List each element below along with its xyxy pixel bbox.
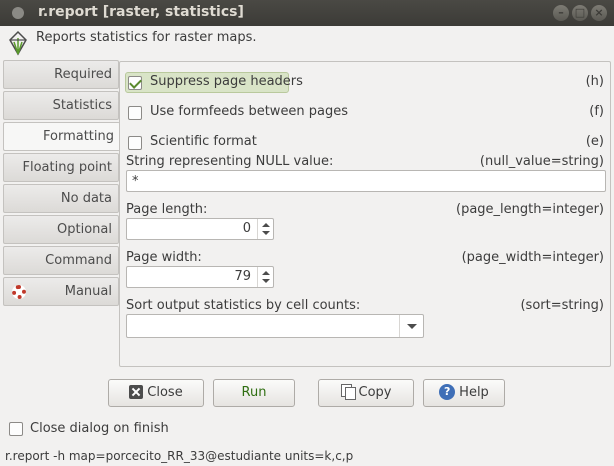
module-description: Reports statistics for raster maps. bbox=[36, 30, 257, 45]
tab-label: Statistics bbox=[52, 98, 112, 113]
close-on-finish-checkbox[interactable] bbox=[9, 422, 23, 436]
run-button[interactable]: Run bbox=[213, 379, 295, 407]
run-button-label: Run bbox=[241, 385, 267, 400]
help-button[interactable]: ? Help bbox=[423, 379, 505, 407]
increment-arrow-icon[interactable] bbox=[262, 271, 270, 275]
tab-label: Required bbox=[54, 67, 112, 82]
app-icon bbox=[12, 7, 24, 19]
page-length-stepper[interactable] bbox=[257, 219, 273, 239]
formfeeds-checkbox[interactable] bbox=[128, 106, 142, 120]
minimize-icon[interactable]: – bbox=[553, 5, 569, 21]
tab-label: Formatting bbox=[42, 129, 114, 144]
tab-statistics[interactable]: Statistics bbox=[3, 91, 119, 120]
page-width-spinbox[interactable]: 79 bbox=[126, 266, 274, 288]
tab-label: Manual bbox=[64, 284, 112, 299]
tab-required[interactable]: Required bbox=[3, 60, 119, 89]
page-length-label: Page length: bbox=[126, 202, 208, 217]
grass-logo-icon bbox=[9, 30, 27, 56]
tab-no-data[interactable]: No data bbox=[3, 184, 119, 213]
page-length-type: (page_length=integer) bbox=[456, 202, 604, 217]
sort-label: Sort output statistics by cell counts: bbox=[126, 298, 361, 313]
close-button[interactable]: Close bbox=[108, 379, 204, 407]
scientific-checkbox[interactable] bbox=[128, 136, 142, 150]
tab-label: Floating point bbox=[22, 160, 113, 175]
tab-manual[interactable]: Manual bbox=[3, 277, 119, 306]
window-title: r.report [raster, statistics] bbox=[38, 4, 244, 20]
close-x-icon bbox=[129, 384, 144, 399]
suppress-headers-label[interactable]: Suppress page headers bbox=[150, 74, 303, 89]
lifering-icon bbox=[12, 285, 26, 299]
close-button-label: Close bbox=[147, 385, 183, 400]
page-length-spinbox[interactable]: 0 bbox=[126, 218, 274, 240]
tab-label: Optional bbox=[57, 222, 112, 237]
formatting-panel: Suppress page headers (h) Use formfeeds … bbox=[119, 61, 611, 367]
tab-label: No data bbox=[60, 191, 112, 206]
flag-h: (h) bbox=[585, 74, 604, 89]
copy-icon bbox=[340, 384, 356, 400]
help-icon: ? bbox=[439, 383, 456, 400]
flag-e: (e) bbox=[585, 134, 604, 149]
command-line-status: r.report -h map=porcecito_RR_33@estudian… bbox=[5, 449, 354, 463]
null-value-type: (null_value=string) bbox=[479, 154, 604, 169]
tab-floating-point[interactable]: Floating point bbox=[3, 153, 119, 182]
close-icon[interactable]: × bbox=[591, 5, 607, 21]
page-width-stepper[interactable] bbox=[257, 267, 273, 287]
formfeeds-label[interactable]: Use formfeeds between pages bbox=[150, 104, 348, 119]
copy-button-label: Copy bbox=[358, 385, 392, 400]
sort-type: (sort=string) bbox=[520, 298, 604, 313]
chevron-down-icon[interactable] bbox=[399, 315, 423, 337]
page-length-value: 0 bbox=[242, 221, 251, 236]
page-width-type: (page_width=integer) bbox=[461, 250, 604, 265]
title-bar: r.report [raster, statistics] – □ × bbox=[0, 0, 614, 26]
flag-f: (f) bbox=[589, 104, 604, 119]
increment-arrow-icon[interactable] bbox=[262, 223, 270, 227]
scientific-label[interactable]: Scientific format bbox=[150, 134, 257, 149]
tab-formatting[interactable]: Formatting bbox=[3, 122, 120, 151]
null-value-label: String representing NULL value: bbox=[126, 154, 334, 169]
tab-command-output[interactable]: Command output bbox=[3, 246, 119, 296]
sort-combobox[interactable] bbox=[126, 314, 424, 338]
page-width-label: Page width: bbox=[126, 250, 202, 265]
null-value-input[interactable] bbox=[126, 170, 606, 192]
tab-optional[interactable]: Optional bbox=[3, 215, 119, 244]
decrement-arrow-icon[interactable] bbox=[262, 279, 270, 283]
maximize-icon[interactable]: □ bbox=[572, 5, 588, 21]
close-on-finish-label[interactable]: Close dialog on finish bbox=[30, 421, 169, 436]
decrement-arrow-icon[interactable] bbox=[262, 231, 270, 235]
help-button-label: Help bbox=[459, 385, 489, 400]
suppress-headers-checkbox[interactable] bbox=[128, 76, 142, 90]
page-width-value: 79 bbox=[234, 269, 251, 284]
copy-button[interactable]: Copy bbox=[318, 379, 414, 407]
